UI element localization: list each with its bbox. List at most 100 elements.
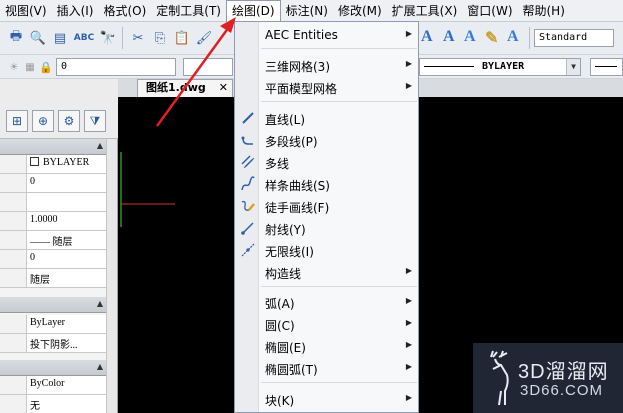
menu-help[interactable]: 帮助(H) [518,0,570,22]
property-value[interactable]: ByColor [30,378,64,389]
menu-item-elliptical-arc[interactable]: 椭圆弧(T) ▶ [235,357,418,379]
menu-item-multiline[interactable]: 多线 [235,151,418,173]
general-section-header[interactable]: ▲ [0,139,107,155]
menu-dimension[interactable]: 标注(N) [281,0,333,22]
menu-window[interactable]: 窗口(W) [462,0,517,22]
property-name [0,193,27,211]
collapse-icon[interactable]: ▲ [97,362,103,371]
property-value[interactable]: ByLayer [30,317,65,328]
text-icon[interactable]: A [421,28,433,46]
close-icon[interactable]: ✕ [219,80,228,96]
properties-scrollbar[interactable] [106,139,117,413]
menu-item-arc[interactable]: 弧(A) ▶ [235,291,418,313]
property-name [0,334,27,352]
submenu-arrow-icon: ▶ [405,29,412,38]
text-style-combo[interactable]: Standard [534,29,614,47]
property-name [0,212,27,230]
property-value[interactable]: —— 随层 [30,233,73,248]
layer-combo[interactable]: 0 [56,58,176,76]
collapse-icon[interactable]: ▲ [97,299,103,308]
quick-select-icon[interactable]: ⚙ [58,110,80,132]
watermark-title: 3D溜溜网 [518,361,609,383]
text-scale-icon[interactable]: A [507,28,519,46]
menubar: 视图(V) 插入(I) 格式(O) 定制工具(T) 绘图(D) 标注(N) 修改… [0,0,623,22]
table-row [0,193,107,212]
menu-item-aec-entities[interactable]: AEC Entities ▶ [235,24,418,46]
table-row: 0 [0,174,107,193]
property-value[interactable]: 投下阴影... [30,336,78,351]
menu-item-label: 平面模型网格 [265,82,338,96]
menu-item-label: 射线(Y) [265,223,306,237]
deer-logo-icon [490,350,509,406]
drawing-tab[interactable]: 图纸1.dwg ✕ [137,79,233,97]
lineweight-combo[interactable] [590,58,623,76]
menu-item-xline[interactable]: 无限线(I) [235,239,418,261]
menu-item-label: 多段线(P) [265,135,318,149]
text-style-value: Standard [539,32,588,43]
menu-item-ray[interactable]: 射线(Y) [235,217,418,239]
paste-icon[interactable]: 📋 [172,28,192,48]
print-preview-icon[interactable]: 🔍 [28,28,48,48]
find-icon[interactable]: 🔭 [98,28,118,48]
match-properties-icon[interactable]: 🖌 [194,28,214,48]
menu-extension-tools[interactable]: 扩展工具(X) [387,0,463,22]
ray-icon [241,222,254,235]
menu-draw[interactable]: 绘图(D) [226,0,281,22]
publish-icon[interactable]: ▤ [50,28,70,48]
menu-item-ellipse[interactable]: 椭圆(E) ▶ [235,335,418,357]
linetype-combo[interactable]: BYLAYER ▼ [419,58,581,76]
property-value[interactable]: 0 [30,176,35,187]
layer-value: 0 [61,61,68,72]
menu-item-circle[interactable]: 圆(C) ▶ [235,313,418,335]
property-name [0,174,27,192]
submenu-arrow-icon: ▶ [405,59,412,68]
menu-item-polyline[interactable]: 多段线(P) [235,129,418,151]
multiline-icon [241,155,255,169]
property-value[interactable]: 1.0000 [30,214,58,225]
plot-style-section-header[interactable]: ▲ [0,360,107,376]
toolbar-separator [122,27,123,49]
menu-item-3d-mesh[interactable]: 三维网格(3) ▶ [235,54,418,76]
menu-modify[interactable]: 修改(M) [333,0,387,22]
toolbar-separator [529,27,530,49]
table-row: ByColor [0,376,107,395]
menu-item-construction-line[interactable]: 构造线 ▶ [235,261,418,283]
property-value[interactable]: 无 [30,397,40,412]
menu-item-block[interactable]: 块(K) ▶ [235,388,418,410]
table-row: 随层 [0,269,107,288]
menu-format[interactable]: 格式(O) [98,0,151,22]
property-value[interactable]: 随层 [30,271,50,286]
cut-icon[interactable]: ✂ [128,28,148,48]
menu-view[interactable]: 视图(V) [0,0,52,22]
menu-item-planar-mesh[interactable]: 平面模型网格 ▶ [235,76,418,98]
multiline-text-icon[interactable]: A [443,28,455,46]
collapse-icon[interactable]: ▲ [97,141,103,150]
text-style-icon[interactable]: A [464,28,476,46]
menu-insert[interactable]: 插入(I) [52,0,99,22]
spellcheck-icon[interactable]: ABC [74,28,94,48]
filter-icon[interactable]: ⧩ [84,110,106,132]
menu-item-label: 弧(A) [265,297,295,311]
property-value[interactable]: BYLAYER [30,157,89,168]
menu-item-label: 直线(L) [265,113,306,127]
select-objects-icon[interactable]: ⊕ [32,110,54,132]
text-edit-icon[interactable]: ✎ [485,28,498,48]
lock-icon[interactable]: 🔒 [36,57,56,77]
property-value[interactable]: 0 [30,252,35,263]
menu-custom-tools[interactable]: 定制工具(T) [151,0,226,22]
menu-item-line[interactable]: 直线(L) [235,107,418,129]
submenu-arrow-icon: ▶ [405,81,412,90]
property-name [0,250,27,268]
property-name [0,315,27,333]
menu-item-label: 构造线 [265,267,302,281]
toggle-pickadd-icon[interactable]: ⊞ [6,110,28,132]
menu-item-spline[interactable]: 样条曲线(S) [235,173,418,195]
print-icon[interactable]: 🖶 [6,28,26,48]
chevron-down-icon[interactable]: ▼ [566,59,580,75]
color-combo[interactable] [183,58,233,76]
watermark-url: 3D66.COM [520,382,604,399]
3d-visualization-section-header[interactable]: ▲ [0,297,107,313]
menu-item-label: 椭圆(E) [265,341,306,355]
copy-icon[interactable]: ⎘ [150,28,170,48]
menu-item-freehand[interactable]: 徒手画线(F) [235,195,418,217]
